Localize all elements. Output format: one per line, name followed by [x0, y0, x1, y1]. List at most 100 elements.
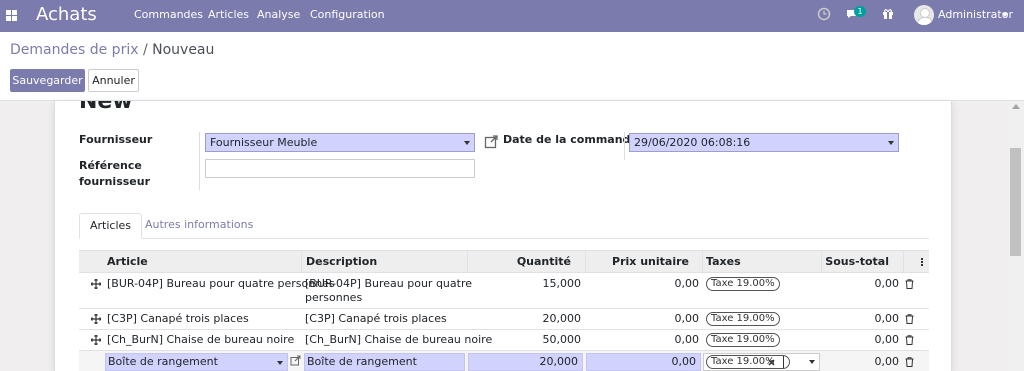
order-date-label: Date de la commande	[503, 133, 638, 146]
close-icon[interactable]	[768, 359, 775, 366]
cell-unit-price[interactable]: 0,00	[597, 332, 700, 348]
breadcrumb: Demandes de prix / Nouveau	[10, 42, 214, 58]
chevron-down-icon[interactable]	[888, 141, 894, 145]
taxes-input[interactable]: Taxe 19.00%	[703, 353, 820, 371]
scrollbar-thumb[interactable]	[1010, 148, 1021, 256]
supplier-ref-input[interactable]	[205, 159, 475, 178]
cell-subtotal: 0,00	[874, 355, 900, 368]
column-header-description[interactable]: Description	[306, 251, 377, 272]
chevron-down-icon[interactable]	[277, 361, 283, 365]
table-row-editing[interactable]: Boîte de rangement Boîte de rangement 20…	[79, 351, 929, 371]
column-header-article[interactable]: Article	[107, 251, 148, 272]
supplier-select[interactable]: Fournisseur Meuble	[205, 133, 475, 152]
table-header: Article Description Quantité Prix unitai…	[79, 250, 929, 273]
chevron-down-icon[interactable]	[464, 141, 470, 145]
column-header-subtotal[interactable]: Sous-total	[823, 251, 889, 272]
cell-subtotal: 0,00	[874, 312, 900, 325]
column-header-unit-price[interactable]: Prix unitaire	[587, 251, 689, 272]
cell-subtotal: 0,00	[874, 333, 900, 346]
column-divider	[903, 251, 904, 272]
chevron-down-icon[interactable]	[1002, 13, 1008, 17]
breadcrumb-current: Nouveau	[152, 42, 215, 58]
tax-tag[interactable]: Taxe 19.00%	[706, 312, 780, 326]
trash-icon[interactable]	[905, 314, 914, 324]
cell-quantity[interactable]: 15,000	[479, 276, 582, 292]
tab-other-info[interactable]: Autres informations	[135, 213, 263, 239]
menu-configuration[interactable]: Configuration	[310, 8, 385, 21]
supplier-ref-label-line1: Référence	[79, 159, 142, 172]
scroll-up-icon[interactable]	[1012, 104, 1020, 109]
column-divider	[467, 251, 468, 272]
column-header-quantity[interactable]: Quantité	[469, 251, 571, 272]
top-navbar: Achats Commandes Articles Analyse Config…	[0, 0, 1024, 32]
table-row[interactable]: [BUR-04P] Bureau pour quatre personnes […	[79, 273, 929, 309]
text-cursor	[783, 356, 784, 368]
quantity-input[interactable]: 20,000	[468, 353, 583, 371]
form-view: New Fournisseur Référence fournisseur Fo…	[0, 101, 1024, 371]
tax-tag[interactable]: Taxe 19.00%	[706, 333, 780, 347]
trash-icon[interactable]	[905, 279, 914, 289]
gift-icon[interactable]	[881, 7, 895, 21]
column-divider	[821, 251, 822, 272]
menu-commandes[interactable]: Commandes	[134, 8, 203, 21]
supplier-value: Fournisseur Meuble	[210, 136, 318, 149]
record-title: New	[79, 101, 133, 114]
cell-quantity[interactable]: 50,000	[479, 332, 582, 348]
tax-tag[interactable]: Taxe 19.00%	[706, 355, 790, 369]
save-button[interactable]: Sauvegarder	[10, 69, 85, 92]
label-separator	[199, 132, 200, 190]
external-link-icon[interactable]	[484, 134, 499, 149]
drag-handle-icon[interactable]	[91, 279, 101, 289]
column-header-taxes[interactable]: Taxes	[706, 251, 741, 272]
unit-price-input-value: 0,00	[671, 355, 697, 368]
article-select-value: Boîte de rangement	[108, 355, 218, 368]
label-separator	[624, 132, 625, 160]
cell-description[interactable]: [C3P] Canapé trois places	[305, 311, 447, 327]
description-input-value: Boîte de rangement	[307, 355, 417, 368]
breadcrumb-separator: /	[142, 42, 148, 58]
cell-article[interactable]: [BUR-04P] Bureau pour quatre personnes	[107, 276, 335, 292]
supplier-label: Fournisseur	[79, 133, 153, 146]
notification-badge: 1	[854, 6, 866, 17]
cell-article[interactable]: [Ch_BurN] Chaise de bureau noire	[107, 332, 294, 348]
table-row[interactable]: [Ch_BurN] Chaise de bureau noire [Ch_Bur…	[79, 330, 929, 351]
cell-quantity[interactable]: 20,000	[479, 311, 582, 327]
form-sheet: New Fournisseur Référence fournisseur Fo…	[54, 101, 952, 371]
column-divider	[301, 251, 302, 272]
trash-icon[interactable]	[905, 335, 914, 345]
column-divider	[585, 251, 586, 272]
cell-unit-price[interactable]: 0,00	[597, 311, 700, 327]
unit-price-input[interactable]: 0,00	[586, 353, 701, 371]
drag-handle-icon[interactable]	[91, 335, 101, 345]
cell-description[interactable]: [Ch_BurN] Chaise de bureau noire	[305, 332, 492, 348]
column-options-icon[interactable]	[921, 258, 924, 267]
app-name[interactable]: Achats	[36, 4, 97, 25]
description-input[interactable]: Boîte de rangement	[304, 353, 465, 371]
cell-unit-price[interactable]: 0,00	[597, 276, 700, 292]
order-date-input[interactable]: 29/06/2020 06:08:16	[629, 133, 899, 152]
supplier-ref-label-line2: fournisseur	[79, 175, 151, 188]
control-panel: Demandes de prix / Nouveau Sauvegarder A…	[0, 32, 1024, 101]
column-divider	[702, 251, 703, 272]
user-avatar[interactable]	[914, 5, 934, 25]
quantity-input-value: 20,000	[539, 355, 579, 368]
tab-articles[interactable]: Articles	[79, 213, 143, 239]
cell-article[interactable]: [C3P] Canapé trois places	[107, 311, 249, 327]
drag-handle-icon[interactable]	[91, 314, 101, 324]
discard-button[interactable]: Annuler	[88, 69, 139, 92]
cell-description-line2[interactable]: personnes	[305, 290, 362, 306]
article-select[interactable]: Boîte de rangement	[105, 353, 288, 371]
chevron-down-icon[interactable]	[809, 360, 815, 364]
breadcrumb-parent[interactable]: Demandes de prix	[10, 42, 139, 58]
menu-articles[interactable]: Articles	[208, 8, 249, 21]
cell-subtotal: 0,00	[874, 277, 900, 290]
menu-analyse[interactable]: Analyse	[257, 8, 300, 21]
apps-icon[interactable]	[6, 10, 17, 21]
notebook-tabs: Articles Autres informations	[79, 213, 929, 239]
table-row[interactable]: [C3P] Canapé trois places [C3P] Canapé t…	[79, 309, 929, 330]
external-link-icon[interactable]	[290, 355, 301, 366]
order-date-value: 29/06/2020 06:08:16	[634, 136, 751, 149]
tax-tag[interactable]: Taxe 19.00%	[706, 277, 780, 291]
clock-icon[interactable]	[817, 7, 831, 21]
trash-icon[interactable]	[905, 357, 914, 367]
